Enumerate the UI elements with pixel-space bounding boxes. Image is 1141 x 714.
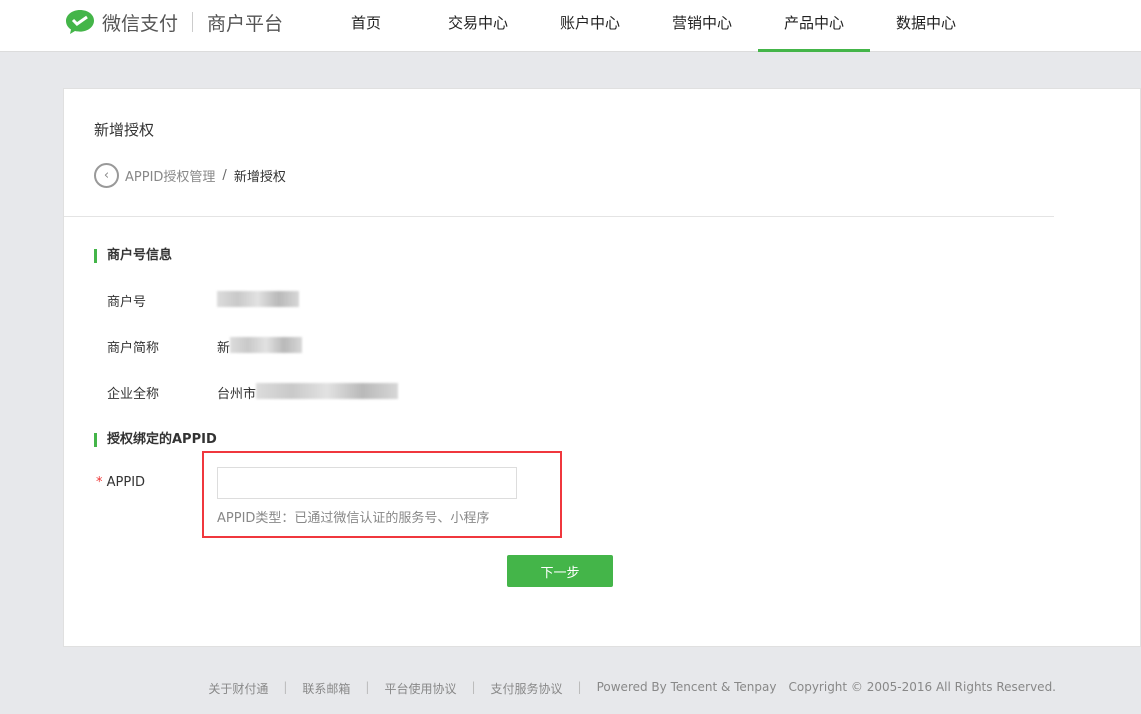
divider [64,216,1054,217]
appid-input[interactable] [217,467,517,499]
company-name-redacted [256,383,399,399]
merchant-short-name-row: 商户简称 新 [107,337,303,356]
appid-label-text: APPID [106,475,146,490]
footer-link-platform-agreement[interactable]: 平台使用协议 [384,680,456,697]
appid-heading: 授权绑定的APPID [94,433,217,447]
company-name-label: 企业全称 [107,387,160,402]
required-mark: * [96,475,103,490]
appid-label: * APPID [96,475,145,490]
footer-powered: Powered By Tencent & Tenpay [596,680,777,694]
appid-hint: APPID类型：已通过微信认证的服务号、小程序 [217,511,490,526]
company-name-value: 台州市 [217,387,257,402]
nav-account[interactable]: 账户中心 [534,0,646,52]
merchant-id-redacted [217,291,299,307]
next-step-button[interactable]: 下一步 [507,555,613,587]
page-title: 新增授权 [94,121,155,139]
merchant-short-name-label: 商户简称 [107,341,160,356]
back-chevron-icon[interactable]: ‹ [94,163,119,188]
breadcrumb: ‹ APPID授权管理 / 新增授权 [94,163,286,188]
main-nav: 首页 交易中心 账户中心 营销中心 产品中心 数据中心 [310,0,982,52]
footer-link-about[interactable]: 关于财付通 [208,680,268,697]
breadcrumb-parent-link[interactable]: APPID授权管理 [125,166,215,185]
footer-link-payment-agreement[interactable]: 支付服务协议 [491,680,563,697]
wechat-pay-logo[interactable]: 微信支付 商户平台 [64,8,283,36]
merchant-short-name-value: 新 [217,341,231,356]
breadcrumb-separator: / [222,168,227,183]
logo-divider [192,12,194,32]
merchant-info-heading: 商户号信息 [94,249,172,263]
nav-home[interactable]: 首页 [310,0,422,52]
breadcrumb-current: 新增授权 [233,170,286,185]
nav-transactions[interactable]: 交易中心 [422,0,534,52]
merchant-id-label: 商户号 [107,295,147,310]
merchant-short-name-redacted [230,337,303,353]
brand-name: 微信支付 [102,12,179,35]
merchant-id-row: 商户号 [107,291,299,310]
company-name-row: 企业全称 台州市 [107,383,399,402]
nav-data[interactable]: 数据中心 [870,0,982,52]
top-bar: 微信支付 商户平台 首页 交易中心 账户中心 营销中心 产品中心 数据中心 [0,0,1141,52]
footer-link-email[interactable]: 联系邮箱 [302,680,350,697]
footer: 关于财付通 | 联系邮箱 | 平台使用协议 | 支付服务协议 | Powered By … [208,680,1056,697]
content-card: 新增授权 ‹ APPID授权管理 / 新增授权 商户号信息 商户号 商户简称 新… [63,88,1141,647]
nav-marketing[interactable]: 营销中心 [646,0,758,52]
platform-name: 商户平台 [207,12,284,35]
nav-products[interactable]: 产品中心 [758,0,870,52]
wechat-pay-icon [66,10,94,34]
footer-copyright: Copyright © 2005-2016 All Rights Reserve… [788,680,1056,694]
